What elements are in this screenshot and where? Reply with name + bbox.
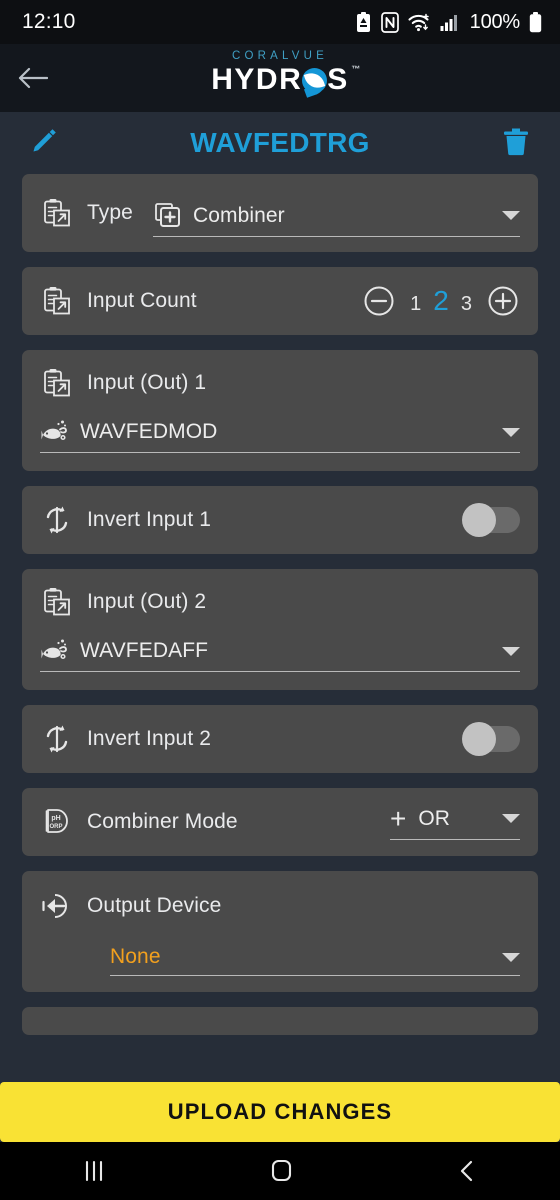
card-output-device: Output Device None xyxy=(22,871,538,992)
input-count-options: 1 2 3 xyxy=(410,285,472,317)
input-count-stepper: 1 2 3 xyxy=(362,284,520,318)
input-count-label: Input Count xyxy=(87,289,197,312)
input-out-1-select-wrap: WAVFEDMOD xyxy=(40,418,520,453)
clipboard-export-icon xyxy=(40,366,74,400)
input-out-2-label: Input (Out) 2 xyxy=(87,590,207,613)
wifi-icon xyxy=(408,12,431,32)
app-bar: CORALVUE HYDR S ™ xyxy=(0,44,560,112)
trash-icon xyxy=(502,126,530,161)
title-bar: WAVFEDTRG xyxy=(0,112,560,174)
card-invert-input-1: Invert Input 1 xyxy=(22,486,538,554)
input-count-option-3[interactable]: 3 xyxy=(461,293,472,316)
combiner-mode-value: OR xyxy=(418,806,451,830)
refresh-cycle-icon xyxy=(40,722,74,756)
card-combiner-mode: pH ORP Combiner Mode + OR xyxy=(22,788,538,856)
add-box-icon xyxy=(153,202,183,230)
recents-icon[interactable] xyxy=(79,1158,109,1184)
page-title: WAVFEDTRG xyxy=(190,127,370,158)
output-device-value: None xyxy=(110,945,161,968)
row-invert-input-1: Invert Input 1 xyxy=(40,486,520,554)
row-input-count: Input Count 1 2 3 xyxy=(40,267,520,335)
phone-screen: 12:10 100% CORALVUE HYDR S ™ WAVFEDTRG T… xyxy=(0,0,560,1200)
status-bar: 12:10 100% xyxy=(0,0,560,44)
input-out-2-dropdown[interactable]: WAVFEDAFF xyxy=(40,637,520,672)
toggle-knob xyxy=(462,722,496,756)
edit-name-button[interactable] xyxy=(22,121,66,165)
pencil-icon xyxy=(28,125,60,162)
cellular-signal-icon xyxy=(440,13,459,32)
combiner-mode-label: Combiner Mode xyxy=(87,810,238,833)
back-chevron-icon[interactable] xyxy=(453,1157,481,1185)
status-time: 12:10 xyxy=(22,10,76,33)
battery-percent-label: 100% xyxy=(469,10,521,33)
combiner-mode-dropdown[interactable]: + OR xyxy=(390,802,520,840)
card-invert-input-2: Invert Input 2 xyxy=(22,705,538,773)
brand-logo: CORALVUE HYDR S ™ xyxy=(0,50,560,97)
type-value: Combiner xyxy=(192,203,285,227)
clipboard-export-icon xyxy=(40,284,74,318)
chevron-down-icon xyxy=(502,211,520,220)
chevron-down-icon xyxy=(502,427,520,437)
input-count-option-1[interactable]: 1 xyxy=(410,293,421,316)
plus-sign-icon: + xyxy=(390,802,407,834)
row-type: Type Combiner xyxy=(40,174,520,252)
brand-coralvue-text: CORALVUE xyxy=(231,50,328,62)
row-invert-input-2: Invert Input 2 xyxy=(40,705,520,773)
toggle-knob xyxy=(462,503,496,537)
invert-input-1-toggle[interactable] xyxy=(462,503,520,537)
brand-hydros-text: HYDR S ™ xyxy=(211,63,360,97)
svg-text:ORP: ORP xyxy=(49,824,62,830)
trademark-symbol: ™ xyxy=(351,64,362,74)
fish-icon xyxy=(40,418,70,446)
invert-input-1-label: Invert Input 1 xyxy=(87,508,211,531)
battery-icon xyxy=(529,11,542,33)
card-input-out-1: Input (Out) 1 WAVFEDMOD xyxy=(22,350,538,471)
card-input-out-2: Input (Out) 2 WAVFEDAFF xyxy=(22,569,538,690)
invert-input-2-label: Invert Input 2 xyxy=(87,727,211,750)
row-output-device-label: Output Device xyxy=(40,871,520,923)
chevron-down-icon xyxy=(502,646,520,656)
plus-circle-icon[interactable] xyxy=(486,284,520,318)
status-icon-group: 100% xyxy=(355,11,542,34)
nfc-icon xyxy=(380,11,399,33)
invert-input-2-toggle[interactable] xyxy=(462,722,520,756)
delete-button[interactable] xyxy=(494,121,538,165)
arrow-left-icon xyxy=(18,66,48,90)
refresh-cycle-icon xyxy=(40,503,74,537)
chevron-down-icon xyxy=(502,952,520,962)
ph-orp-probe-icon: pH ORP xyxy=(40,805,74,839)
home-icon[interactable] xyxy=(266,1157,296,1185)
row-combiner-mode: pH ORP Combiner Mode + OR xyxy=(40,788,520,856)
output-arrow-icon xyxy=(40,889,74,923)
upload-changes-button[interactable]: UPLOAD CHANGES xyxy=(0,1082,560,1142)
chevron-down-icon xyxy=(502,814,520,823)
input-out-1-dropdown[interactable]: WAVFEDMOD xyxy=(40,418,520,453)
android-nav-bar xyxy=(0,1142,560,1200)
row-input-out-2-label: Input (Out) 2 xyxy=(40,569,520,619)
fish-icon xyxy=(40,637,70,665)
type-label: Type xyxy=(87,201,133,224)
settings-scroll-area[interactable]: Type Combiner Input Count 1 2 3 Input (O… xyxy=(0,174,560,1070)
brand-hydros-suffix: S xyxy=(327,63,349,96)
input-count-option-2[interactable]: 2 xyxy=(433,285,449,317)
type-dropdown[interactable]: Combiner xyxy=(152,202,520,237)
card-next-partial xyxy=(22,1007,538,1035)
card-input-count: Input Count 1 2 3 xyxy=(22,267,538,335)
clipboard-export-icon xyxy=(40,585,74,619)
svg-text:pH: pH xyxy=(51,815,60,822)
row-input-out-1-label: Input (Out) 1 xyxy=(40,350,520,400)
clipboard-export-icon xyxy=(40,196,74,230)
card-type: Type Combiner xyxy=(22,174,538,252)
minus-circle-icon[interactable] xyxy=(362,284,396,318)
output-device-label: Output Device xyxy=(87,894,222,917)
output-device-dropdown[interactable]: None xyxy=(110,945,520,976)
battery-saver-icon xyxy=(355,11,372,33)
input-out-2-select-wrap: WAVFEDAFF xyxy=(40,637,520,672)
brand-hydros-prefix: HYDR xyxy=(211,63,303,96)
input-out-1-label: Input (Out) 1 xyxy=(87,371,207,394)
input-out-1-value: WAVFEDMOD xyxy=(80,420,218,443)
back-button[interactable] xyxy=(0,44,66,112)
leaf-logo-icon xyxy=(302,67,328,93)
input-out-2-value: WAVFEDAFF xyxy=(80,639,209,662)
